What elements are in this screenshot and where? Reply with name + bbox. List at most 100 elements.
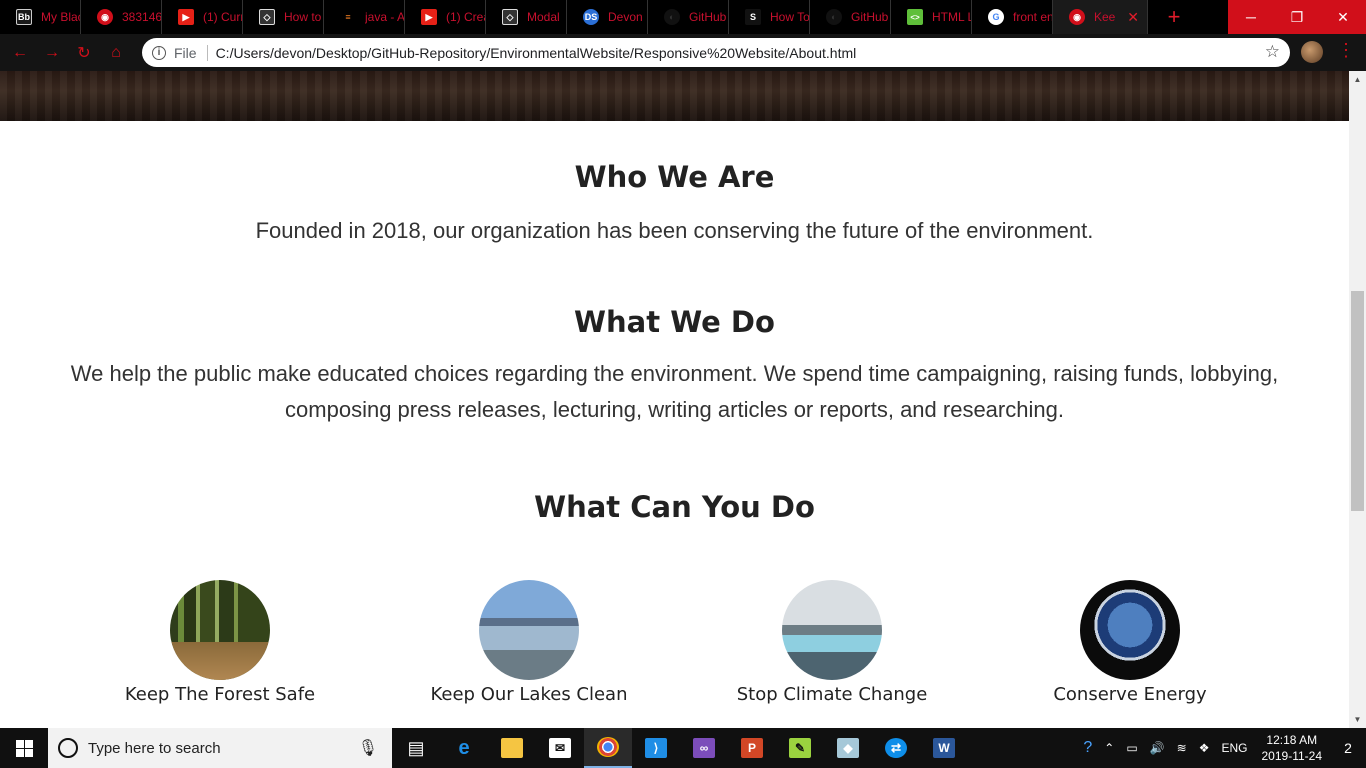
tab-how-to-s[interactable]: S How To <box>729 0 810 34</box>
tab-title: front en <box>1013 10 1052 24</box>
date-text: 2019-11-24 <box>1261 749 1323 763</box>
what-we-do-text: We help the public make educated choices… <box>70 361 1279 422</box>
tab-title: (1) Create <box>446 10 485 24</box>
tab-github-2[interactable]: ◐ GitHub <box>810 0 891 34</box>
taskbar-search[interactable]: Type here to search 🎙 <box>48 728 392 768</box>
tab-blackboard[interactable]: Bb My Blackboard <box>0 0 81 34</box>
info-icon[interactable]: i <box>152 45 166 60</box>
google-icon: G <box>988 9 1004 25</box>
tab-title: Kee <box>1094 10 1116 24</box>
opera-icon: ◉ <box>97 9 113 25</box>
github-icon: ◐ <box>664 9 680 25</box>
dropbox-icon[interactable]: ❖ <box>1193 741 1216 755</box>
battery-icon[interactable]: ▭ <box>1120 741 1143 755</box>
codepen-icon: ◇ <box>502 9 518 25</box>
tab-title: java - A <box>365 10 404 24</box>
scroll-up-icon[interactable]: ▲ <box>1349 71 1366 88</box>
close-icon[interactable]: ✕ <box>1127 9 1139 26</box>
tab-title: How to <box>284 10 322 24</box>
address-bar[interactable]: i File C:/Users/devon/Desktop/GitHub-Rep… <box>142 38 1290 67</box>
tab-title: How To <box>770 10 809 24</box>
youtube-icon: ▶ <box>178 9 194 25</box>
close-window-icon[interactable]: ✕ <box>1320 0 1366 34</box>
tab-title: Modal <box>527 10 560 24</box>
forest-image <box>170 580 270 680</box>
what-can-you-do-title: What Can You Do <box>534 490 815 524</box>
tab-383146[interactable]: ◉ 383146 <box>81 0 162 34</box>
windows-taskbar: Type here to search 🎙 ▤ e ✉ ⟩ ∞ P ✎ ◆ ⇄ … <box>0 728 1366 768</box>
wifi-icon[interactable]: ≋ <box>1171 741 1193 755</box>
html-icon: <> <box>907 9 923 25</box>
tab-html[interactable]: <> HTML L <box>891 0 972 34</box>
visual-studio-icon[interactable]: ∞ <box>680 728 728 768</box>
scroll-down-icon[interactable]: ▼ <box>1349 711 1366 728</box>
github-icon: ◐ <box>826 9 842 25</box>
task-view-icon[interactable]: ▤ <box>392 728 440 768</box>
tab-github-1[interactable]: ◐ GitHub <box>648 0 729 34</box>
windows-logo-icon <box>15 739 33 757</box>
site-label: File <box>174 44 208 61</box>
url-text[interactable]: C:/Users/devon/Desktop/GitHub-Repository… <box>216 45 857 61</box>
scroll-thumb[interactable] <box>1351 291 1364 511</box>
powerpoint-icon[interactable]: P <box>728 728 776 768</box>
time-text: 12:18 AM <box>1266 733 1318 747</box>
language-indicator[interactable]: ENG <box>1215 741 1253 755</box>
mail-icon[interactable]: ✉ <box>536 728 584 768</box>
tab-title: GitHub <box>851 10 889 24</box>
app-icon[interactable]: ◆ <box>824 728 872 768</box>
file-explorer-icon[interactable] <box>488 728 536 768</box>
edge-icon[interactable]: e <box>440 728 488 768</box>
tab-devon[interactable]: DS Devon <box>567 0 648 34</box>
blackboard-icon: Bb <box>16 9 32 25</box>
tab-front-end[interactable]: Gfront en <box>972 0 1053 34</box>
avatar[interactable] <box>1301 41 1323 63</box>
windows-start-button[interactable] <box>0 728 48 768</box>
notification-center-icon[interactable]: 2 <box>1330 728 1366 768</box>
chevron-up-icon[interactable]: ⌃ <box>1098 741 1120 755</box>
help-icon[interactable]: ? <box>1077 739 1098 757</box>
tab-list: Bb My Blackboard ◉ 383146 ▶ (1) Current ◇ Ho… <box>0 0 1148 34</box>
tab-modal[interactable]: ◇ Modal <box>486 0 567 34</box>
tab-how-to[interactable]: ◇ How to <box>243 0 324 34</box>
lake-image <box>479 580 579 680</box>
tab-title: 383146 <box>122 10 161 24</box>
opera-icon: ◉ <box>1069 9 1085 25</box>
tab-java[interactable]: ≡ java - A <box>324 0 405 34</box>
microphone-icon[interactable]: 🎙 <box>358 738 378 758</box>
menu-kebab-icon[interactable]: ⋮ <box>1337 40 1355 61</box>
clock[interactable]: 12:18 AM 2019-11-24 <box>1254 732 1331 764</box>
bookmark-star-icon[interactable]: ☆ <box>1265 42 1280 62</box>
card-lakes: Keep Our Lakes Clean <box>399 580 659 705</box>
what-we-do-title: What We Do <box>574 305 775 339</box>
tab-title: My Blackboard <box>41 10 80 24</box>
new-tab-button[interactable]: + <box>1160 3 1188 31</box>
volume-icon[interactable]: 🔊 <box>1144 741 1171 755</box>
tab-active-keep[interactable]: ◉ Kee ✕ <box>1053 0 1148 34</box>
youtube-icon: ▶ <box>421 9 437 25</box>
action-cards: Keep The Forest Safe Keep Our Lakes Clea… <box>0 580 1349 720</box>
card-label: Keep The Forest Safe <box>124 684 316 705</box>
who-we-are-text: Founded in 2018, our organization has be… <box>255 218 1094 243</box>
tab-youtube-create[interactable]: ▶ (1) Create <box>405 0 486 34</box>
tab-youtube-current[interactable]: ▶ (1) Current <box>162 0 243 34</box>
window-controls: ─ ❐ ✕ <box>1228 0 1366 34</box>
reload-icon[interactable]: ↻ <box>68 38 100 68</box>
chrome-icon[interactable] <box>584 728 632 768</box>
back-icon[interactable]: ← <box>4 38 36 68</box>
card-energy: Conserve Energy <box>1000 580 1260 705</box>
tab-title: HTML L <box>932 10 971 24</box>
word-icon[interactable]: W <box>920 728 968 768</box>
page-scrollbar[interactable]: ▲ ▼ <box>1349 71 1366 728</box>
forward-icon[interactable]: → <box>36 38 68 68</box>
notepad-plus-icon[interactable]: ✎ <box>776 728 824 768</box>
search-placeholder: Type here to search <box>88 739 221 757</box>
card-climate: Stop Climate Change <box>702 580 962 705</box>
home-icon[interactable]: ⌂ <box>100 38 132 68</box>
vscode-icon[interactable]: ⟩ <box>632 728 680 768</box>
tab-title: GitHub <box>689 10 727 24</box>
hero-image <box>0 71 1349 121</box>
minimize-icon[interactable]: ─ <box>1228 0 1274 34</box>
restore-icon[interactable]: ❐ <box>1274 0 1320 34</box>
s-icon: S <box>745 9 761 25</box>
teamviewer-icon[interactable]: ⇄ <box>872 728 920 768</box>
